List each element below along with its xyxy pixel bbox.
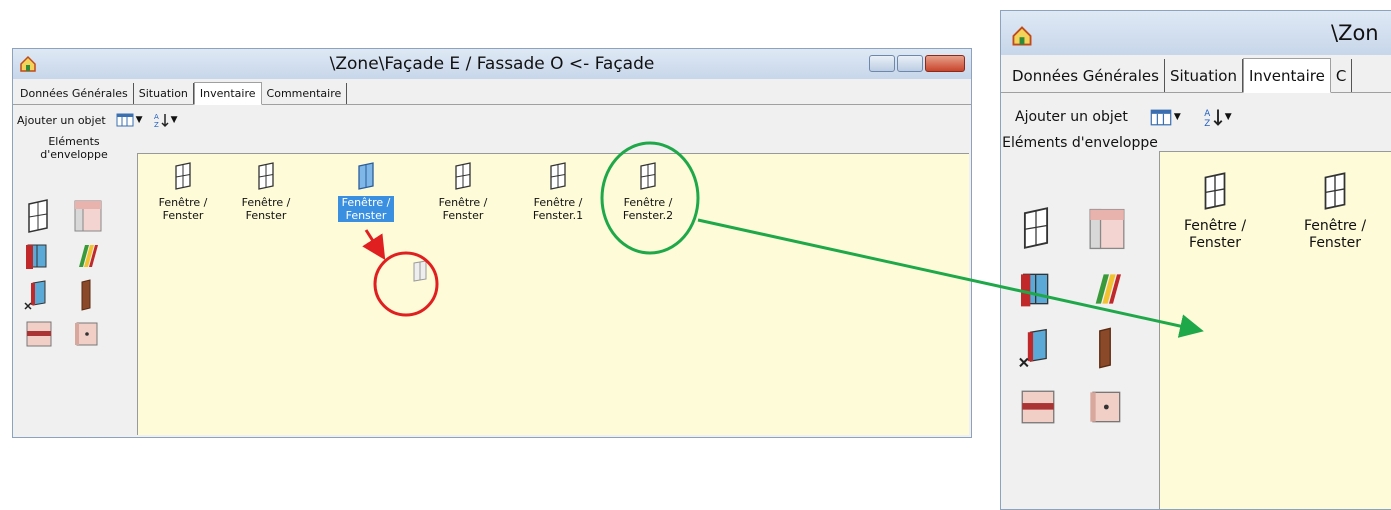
green-arrow — [697, 218, 1204, 338]
red-circle — [373, 251, 439, 317]
red-arrow — [362, 229, 386, 261]
annotation-overlay — [362, 141, 1204, 338]
green-ellipse — [600, 141, 700, 255]
